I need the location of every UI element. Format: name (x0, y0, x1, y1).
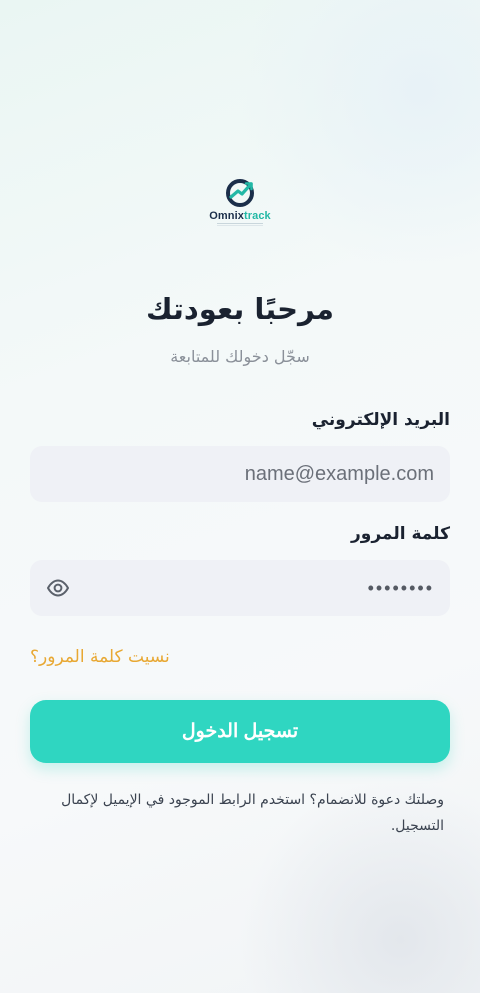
brand-logo: Omnixtrack (0, 178, 480, 226)
page-title: مرحبًا بعودتك (146, 292, 334, 326)
password-value: •••••••• (367, 577, 434, 598)
password-field[interactable]: •••••••• (30, 560, 450, 616)
page-subtitle: سجّل دخولك للمتابعة (170, 347, 310, 366)
login-screen: Omnixtrack مرحبًا بعودتك سجّل دخولك للمت… (0, 0, 480, 993)
invite-note: وصلتك دعوة للانضمام؟ استخدم الرابط الموج… (61, 792, 444, 834)
email-label: البريد الإلكتروني (311, 410, 450, 430)
brand-name-accent: track (243, 210, 271, 222)
brand-tagline-line (217, 223, 263, 226)
brand-name-main: Omnix (209, 210, 244, 222)
omnixtrack-logo-icon (226, 179, 254, 207)
password-label: كلمة المرور (351, 524, 450, 544)
email-placeholder: name@example.com (244, 462, 434, 485)
email-field[interactable]: name@example.com (30, 446, 450, 502)
forgot-password-link[interactable]: نسيت كلمة المرور؟ (30, 647, 170, 667)
eye-icon[interactable] (46, 576, 70, 600)
brand-name: Omnixtrack (209, 210, 271, 222)
login-button[interactable]: تسجيل الدخول (30, 700, 450, 763)
